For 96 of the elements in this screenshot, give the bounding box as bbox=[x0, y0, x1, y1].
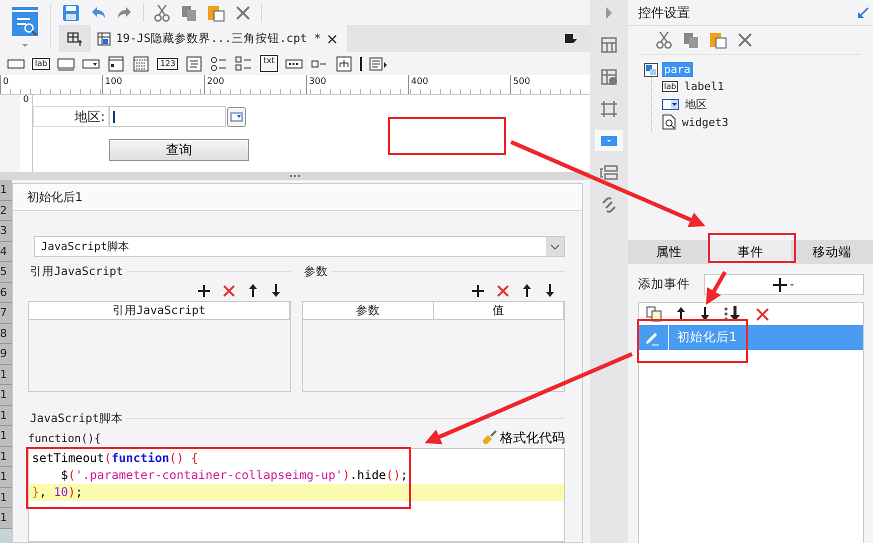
add-icon bbox=[773, 278, 795, 292]
dropdown-panel-icon[interactable] bbox=[595, 130, 623, 151]
move-to-bottom-icon[interactable] bbox=[724, 306, 742, 322]
add-icon[interactable] bbox=[472, 284, 484, 296]
row-number: 1 bbox=[0, 426, 12, 446]
save-icon[interactable] bbox=[62, 4, 80, 22]
combo-widget-icon bbox=[662, 98, 679, 110]
delete-icon[interactable] bbox=[234, 4, 252, 22]
ruler-label: 400 bbox=[408, 75, 510, 94]
row-number: 1 bbox=[0, 446, 12, 467]
arrow-up-icon[interactable] bbox=[676, 307, 686, 321]
row-number: 9 bbox=[0, 344, 12, 364]
code-line: $('.parameter-container-collapseimg-up').hide(); bbox=[60, 467, 409, 484]
tree-item[interactable]: label1 bbox=[682, 78, 726, 94]
tab-menu-icon[interactable] bbox=[564, 32, 578, 44]
row-number: 1 bbox=[0, 180, 12, 200]
delete-icon[interactable] bbox=[756, 308, 769, 320]
delete-icon[interactable] bbox=[223, 284, 235, 296]
widget-tool-icon[interactable]: txt bbox=[260, 55, 278, 72]
row-number: 1 bbox=[0, 406, 12, 426]
list-widget-icon[interactable] bbox=[185, 56, 204, 72]
radio-widget-icon[interactable] bbox=[210, 56, 228, 72]
toolbar-separator bbox=[360, 56, 362, 70]
row-number: 4 bbox=[0, 242, 12, 262]
column-header: 引用JavaScript bbox=[29, 302, 290, 319]
ruler-label: 200 bbox=[204, 75, 306, 94]
widget-tool-icon[interactable]: lab bbox=[32, 58, 50, 70]
chevron-down-icon bbox=[550, 244, 560, 250]
report-file-icon bbox=[97, 32, 111, 46]
paste-icon[interactable] bbox=[709, 31, 727, 49]
property-tab[interactable]: 移动端 bbox=[791, 240, 873, 264]
code-line: setTimeout(function() { bbox=[31, 450, 200, 467]
add-icon[interactable] bbox=[198, 284, 210, 296]
row-number: 8 bbox=[0, 324, 12, 344]
group-title: JavaScript脚本 bbox=[30, 410, 124, 426]
file-tab[interactable]: 19-JS隐藏参数界...三角按钮.cpt * × bbox=[91, 25, 347, 52]
calendar-widget-icon[interactable] bbox=[132, 56, 150, 72]
datebox-widget-icon[interactable] bbox=[107, 56, 126, 72]
arrow-down-icon[interactable] bbox=[545, 284, 555, 297]
arrow-up-icon[interactable] bbox=[522, 284, 532, 297]
annotation-arrow bbox=[706, 271, 727, 305]
row-number: 1 bbox=[0, 364, 12, 385]
row-number: 2 bbox=[0, 200, 12, 221]
event-title: 初始化后1 bbox=[13, 184, 582, 211]
add-event-label: 添加事件 bbox=[638, 276, 690, 293]
property-tab[interactable]: 事件 bbox=[710, 240, 792, 264]
search-document-icon bbox=[662, 114, 676, 130]
column-header: 值 bbox=[434, 302, 564, 319]
tree-widget-icon[interactable] bbox=[334, 56, 352, 72]
panel-title: 控件设置 bbox=[638, 4, 690, 22]
paste-icon[interactable] bbox=[207, 4, 225, 22]
dropdown-button-icon[interactable] bbox=[227, 106, 246, 126]
ruler-label: 0 bbox=[0, 75, 102, 94]
row-number: 6 bbox=[0, 282, 12, 303]
broom-icon bbox=[481, 430, 497, 446]
ruler-label: 300 bbox=[306, 75, 408, 94]
field-label: 地区: bbox=[33, 106, 109, 127]
row-number: 1 bbox=[0, 385, 12, 406]
arrow-up-icon[interactable] bbox=[248, 284, 258, 297]
textarea-widget-icon[interactable] bbox=[57, 56, 76, 72]
row-number: 1 bbox=[0, 467, 12, 488]
arrow-down-icon[interactable] bbox=[271, 284, 281, 297]
code-editor[interactable]: setTimeout(function() { $('.parameter-container-collapseimg-up').hide(); }, 10); bbox=[28, 448, 565, 542]
copy-icon[interactable] bbox=[646, 306, 662, 322]
row-number: 5 bbox=[0, 262, 12, 282]
ruler-label: 100 bbox=[102, 75, 204, 94]
form-icon bbox=[644, 62, 658, 76]
cut-icon[interactable] bbox=[153, 4, 171, 22]
cut-icon[interactable] bbox=[655, 31, 673, 49]
ruler-label: 0 bbox=[20, 95, 33, 172]
delete-icon[interactable] bbox=[497, 284, 509, 296]
row-number: 7 bbox=[0, 303, 12, 324]
query-button[interactable]: 查询 bbox=[109, 139, 249, 161]
label-widget-icon: lab bbox=[662, 80, 678, 92]
close-tab-button[interactable]: × bbox=[326, 30, 339, 48]
checkbox-widget-icon[interactable] bbox=[235, 56, 254, 72]
row-number: 1 bbox=[0, 508, 12, 528]
collapse-arrow-icon[interactable] bbox=[857, 6, 869, 18]
property-tab[interactable]: 属性 bbox=[628, 240, 710, 264]
group-title: 引用JavaScript bbox=[30, 264, 124, 278]
row-number: 3 bbox=[0, 221, 12, 242]
format-code-button[interactable]: 格式化代码 bbox=[481, 429, 565, 447]
region-input-field[interactable] bbox=[109, 106, 226, 127]
add-sheet-icon[interactable] bbox=[67, 30, 83, 46]
delete-icon[interactable] bbox=[736, 31, 754, 49]
function-header: function(){ bbox=[28, 432, 101, 444]
tree-item[interactable]: widget3 bbox=[680, 114, 730, 130]
tree-item[interactable]: 地区 bbox=[683, 96, 709, 112]
column-header: 参数 bbox=[303, 302, 434, 319]
row-number: 1 bbox=[0, 488, 12, 508]
more-widget-icon[interactable] bbox=[368, 56, 386, 72]
add-event-button[interactable] bbox=[704, 274, 864, 295]
script-type-select[interactable]: JavaScript脚本 bbox=[34, 236, 565, 257]
widget-tool-icon[interactable]: 123 bbox=[157, 58, 178, 70]
group-title: 参数 bbox=[304, 264, 328, 278]
arrow-down-icon[interactable] bbox=[700, 307, 710, 321]
